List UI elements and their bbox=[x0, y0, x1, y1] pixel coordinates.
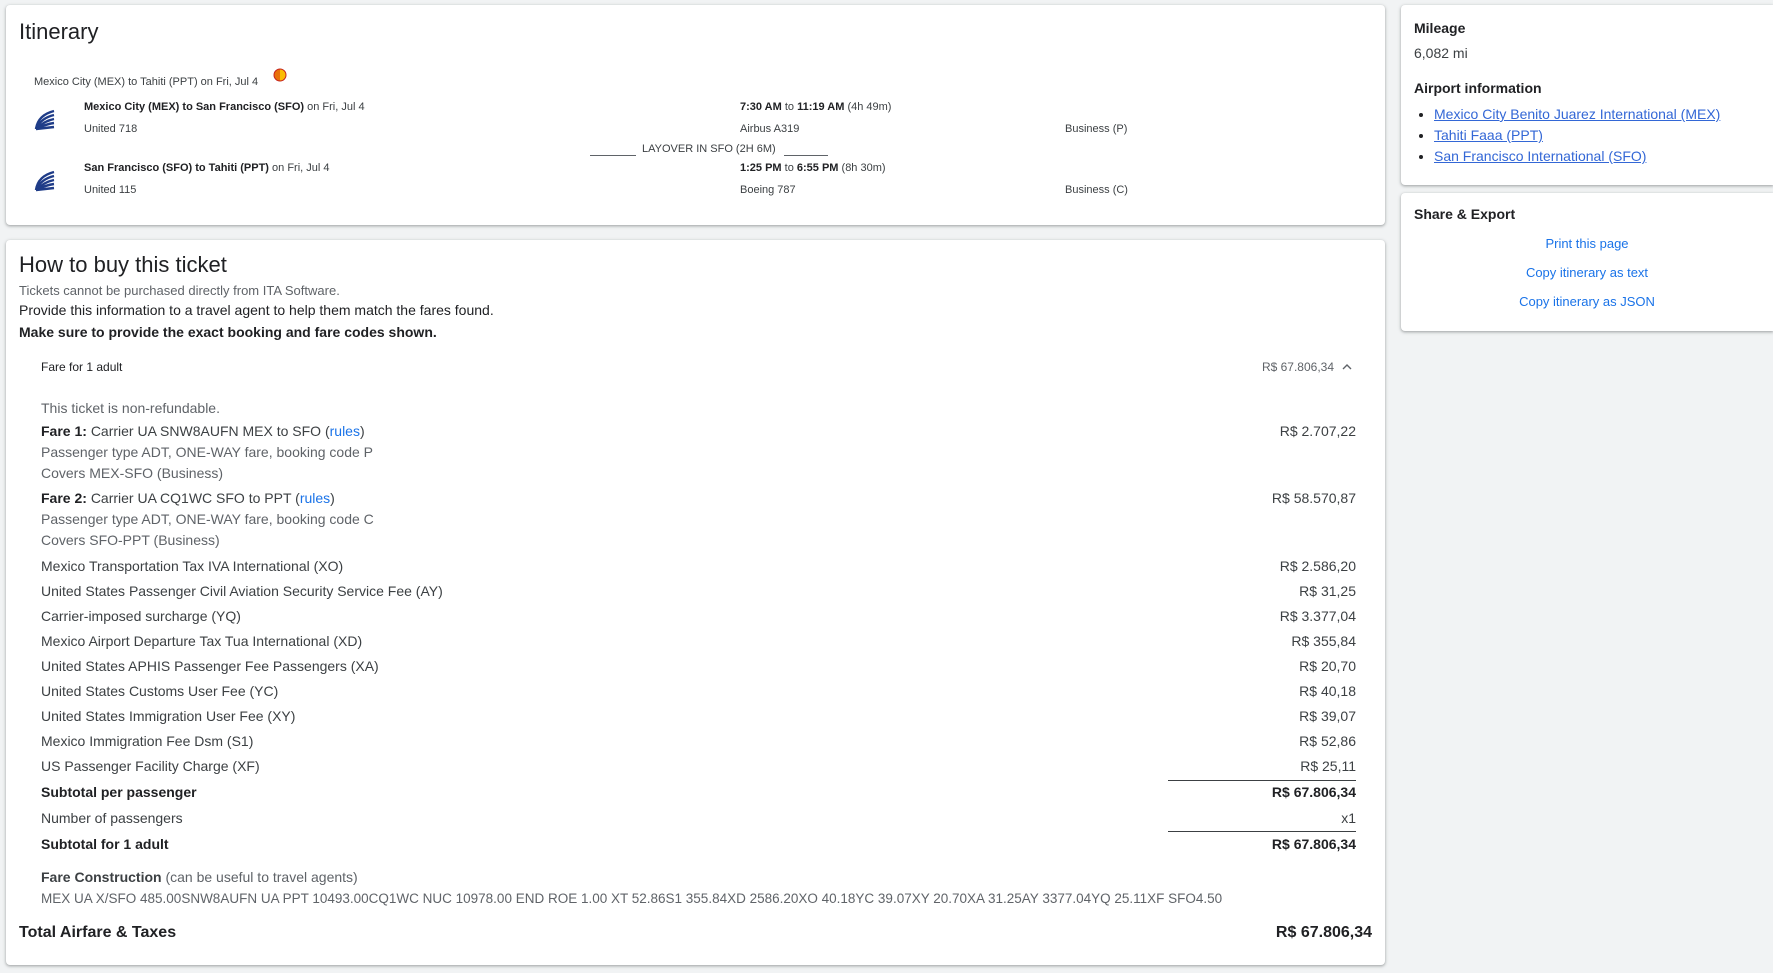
purchase-note: Tickets cannot be purchased directly fro… bbox=[19, 283, 340, 298]
segment-2-flight: United 115 bbox=[84, 184, 137, 196]
subtotal-per-passenger-amount: R$ 67.806,34 bbox=[1271, 784, 1356, 800]
subtotal-adult-label: Subtotal for 1 adult bbox=[41, 836, 169, 852]
airport-link-ppt[interactable]: Tahiti Faaa (PPT) bbox=[1434, 127, 1543, 143]
copy-text-button[interactable]: Copy itinerary as text bbox=[1401, 265, 1773, 280]
tax-amount: R$ 355,84 bbox=[1291, 633, 1356, 649]
layover-line-left bbox=[590, 155, 636, 156]
tax-row: United States Passenger Civil Aviation S… bbox=[41, 583, 443, 599]
subtotal-adult-amount: R$ 67.806,34 bbox=[1271, 836, 1356, 852]
non-refundable-note: This ticket is non-refundable. bbox=[41, 400, 220, 416]
segment-1-aircraft: Airbus A319 bbox=[740, 123, 800, 135]
chevron-up-icon bbox=[1342, 364, 1352, 370]
fare-1-line: Fare 1: Carrier UA SNW8AUFN MEX to SFO (… bbox=[41, 423, 365, 439]
fare-construction-heading: Fare Construction (can be useful to trav… bbox=[41, 869, 358, 885]
booking-codes-note: Make sure to provide the exact booking a… bbox=[19, 324, 437, 340]
fare-1-rules-link[interactable]: rules bbox=[330, 423, 360, 439]
mileage-label: Mileage bbox=[1414, 20, 1466, 36]
fare-details: This ticket is non-refundable. Fare 1: C… bbox=[41, 400, 1356, 920]
subtotal-divider bbox=[1168, 831, 1356, 832]
number-of-passengers-label: Number of passengers bbox=[41, 810, 183, 826]
copy-json-button[interactable]: Copy itinerary as JSON bbox=[1401, 294, 1773, 309]
tax-row: United States APHIS Passenger Fee Passen… bbox=[41, 658, 379, 674]
segment-1-cabin: Business (P) bbox=[1065, 123, 1128, 135]
airport-item: Tahiti Faaa (PPT) bbox=[1434, 127, 1720, 144]
fare-2-rules-link[interactable]: rules bbox=[300, 490, 330, 506]
tax-amount: R$ 40,18 bbox=[1299, 683, 1356, 699]
share-export-label: Share & Export bbox=[1414, 206, 1516, 222]
fare-header-amount: R$ 67.806,34 bbox=[1261, 360, 1334, 374]
subtotal-per-passenger-label: Subtotal per passenger bbox=[41, 784, 197, 800]
airport-item: Mexico City Benito Juarez International … bbox=[1434, 106, 1720, 123]
tax-row: Mexico Immigration Fee Dsm (S1) bbox=[41, 733, 254, 749]
fare-construction-string: MEX UA X/SFO 485.00SNW8AUFN UA PPT 10493… bbox=[41, 891, 1223, 906]
itinerary-card: Itinerary Mexico City (MEX) to Tahiti (P… bbox=[6, 5, 1385, 225]
airport-item: San Francisco International (SFO) bbox=[1434, 148, 1720, 165]
fare-2-coverage: Covers SFO-PPT (Business) bbox=[41, 532, 220, 548]
trip-summary: Mexico City (MEX) to Tahiti (PPT) on Fri… bbox=[34, 76, 259, 88]
total-label: Total Airfare & Taxes bbox=[19, 924, 177, 941]
fare-2-line: Fare 2: Carrier UA CQ1WC SFO to PPT (rul… bbox=[41, 490, 335, 506]
fare-1-detail: Passenger type ADT, ONE-WAY fare, bookin… bbox=[41, 444, 374, 460]
fare-2-detail: Passenger type ADT, ONE-WAY fare, bookin… bbox=[41, 511, 374, 527]
segment-1-route: Mexico City (MEX) to San Francisco (SFO)… bbox=[84, 101, 365, 113]
tax-row: United States Customs User Fee (YC) bbox=[41, 683, 279, 699]
tax-amount: R$ 39,07 bbox=[1299, 708, 1356, 724]
united-airlines-icon bbox=[34, 109, 56, 131]
how-to-buy-title: How to buy this ticket bbox=[19, 252, 227, 277]
layover-line-right bbox=[784, 155, 828, 156]
itinerary-title: Itinerary bbox=[19, 19, 99, 44]
airport-link-sfo[interactable]: San Francisco International (SFO) bbox=[1434, 148, 1646, 164]
tax-row: Carrier-imposed surcharge (YQ) bbox=[41, 608, 241, 624]
trip-info-card: Mileage 6,082 mi Airport information Mex… bbox=[1401, 5, 1773, 185]
segment-1-flight: United 718 bbox=[84, 123, 138, 135]
tax-amount: R$ 2.586,20 bbox=[1279, 558, 1356, 574]
segment-2-cabin: Business (C) bbox=[1065, 184, 1128, 196]
tax-row: US Passenger Facility Charge (XF) bbox=[41, 758, 260, 774]
overnight-icon bbox=[273, 68, 287, 82]
share-export-card: Share & Export Print this page Copy itin… bbox=[1401, 193, 1773, 331]
segment-1-times: 7:30 AM to 11:19 AM (4h 49m) bbox=[740, 101, 892, 113]
fare-2-amount: R$ 58.570,87 bbox=[1271, 490, 1356, 506]
number-of-passengers-value: x1 bbox=[1341, 810, 1356, 826]
tax-amount: R$ 52,86 bbox=[1299, 733, 1356, 749]
subtotal-divider bbox=[1168, 780, 1356, 781]
united-airlines-icon bbox=[34, 170, 56, 192]
print-page-button[interactable]: Print this page bbox=[1401, 236, 1773, 251]
tax-row: Mexico Airport Departure Tax Tua Interna… bbox=[41, 633, 363, 649]
travel-agent-note: Provide this information to a travel age… bbox=[19, 302, 494, 318]
total-amount: R$ 67.806,34 bbox=[1275, 924, 1372, 941]
tax-amount: R$ 3.377,04 bbox=[1279, 608, 1356, 624]
tax-row: Mexico Transportation Tax IVA Internatio… bbox=[41, 558, 344, 574]
segment-2-times: 1:25 PM to 6:55 PM (8h 30m) bbox=[740, 162, 886, 174]
segment-2-route: San Francisco (SFO) to Tahiti (PPT) on F… bbox=[84, 162, 330, 174]
fare-1-amount: R$ 2.707,22 bbox=[1279, 423, 1356, 439]
fare-1-coverage: Covers MEX-SFO (Business) bbox=[41, 465, 224, 481]
tax-amount: R$ 31,25 bbox=[1299, 583, 1356, 599]
tax-row: United States Immigration User Fee (XY) bbox=[41, 708, 296, 724]
layover-label: LAYOVER IN SFO (2H 6M) bbox=[642, 143, 776, 155]
how-to-buy-card: How to buy this ticket Tickets cannot be… bbox=[6, 240, 1385, 965]
tax-amount: R$ 25,11 bbox=[1300, 758, 1356, 774]
tax-amount: R$ 20,70 bbox=[1299, 658, 1356, 674]
fare-header-label: Fare for 1 adult bbox=[41, 360, 123, 374]
mileage-value: 6,082 mi bbox=[1414, 45, 1468, 61]
fare-header-toggle[interactable]: Fare for 1 adult R$ 67.806,34 bbox=[41, 358, 1356, 380]
airport-link-mex[interactable]: Mexico City Benito Juarez International … bbox=[1434, 106, 1720, 122]
airport-info-label: Airport information bbox=[1414, 80, 1542, 96]
segment-2-aircraft: Boeing 787 bbox=[740, 184, 796, 196]
airport-list: Mexico City Benito Juarez International … bbox=[1416, 106, 1720, 169]
